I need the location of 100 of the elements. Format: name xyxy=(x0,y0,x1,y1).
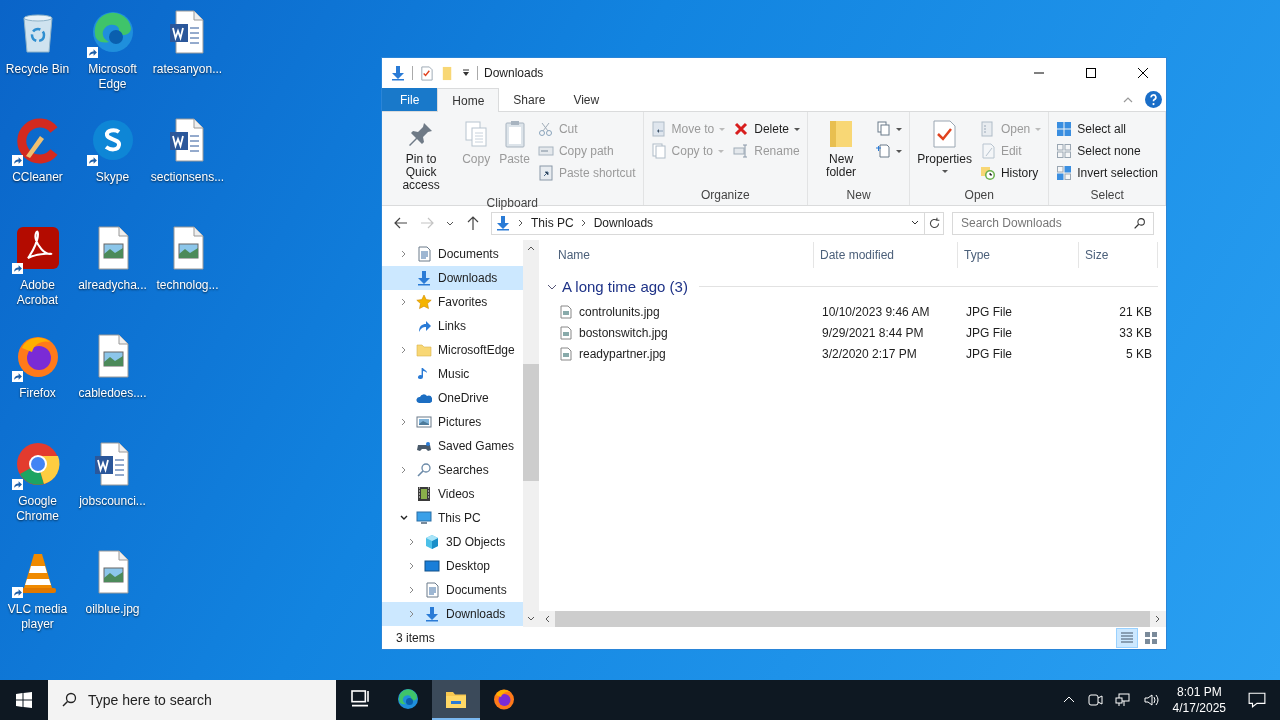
nav-tree-item[interactable]: Downloads xyxy=(382,266,523,290)
nav-tree-item[interactable]: MicrosoftEdge xyxy=(382,338,523,362)
ribbon-button[interactable]: Delete xyxy=(730,118,803,140)
taskbar-app-button[interactable] xyxy=(432,680,480,720)
nav-tree-item[interactable]: 3D Objects xyxy=(382,530,523,554)
details-view-icon xyxy=(1120,631,1134,645)
desktop-shortcut[interactable]: Adobe Acrobat xyxy=(0,220,75,328)
chevron-right-icon[interactable] xyxy=(408,586,416,594)
pictures-icon xyxy=(416,414,432,430)
nav-tree-item[interactable]: Favorites xyxy=(382,290,523,314)
nav-tree-item[interactable]: Desktop xyxy=(382,554,523,578)
scroll-left-icon[interactable] xyxy=(543,615,551,623)
column-header[interactable]: Type xyxy=(958,242,1079,268)
chevron-right-icon[interactable] xyxy=(400,298,408,306)
nav-tree-item[interactable]: Documents xyxy=(382,578,523,602)
column-header[interactable]: Name xyxy=(558,242,814,268)
desktop-shortcut[interactable]: alreadycha... xyxy=(75,220,150,328)
ribbon-button[interactable]: New folder xyxy=(811,115,871,183)
customize-caret-icon[interactable] xyxy=(461,68,471,78)
history-clock-icon xyxy=(979,165,996,181)
search-field[interactable]: Search Downloads xyxy=(952,211,1154,235)
nav-tree-item[interactable]: Searches xyxy=(382,458,523,482)
delete-cross-icon xyxy=(733,121,750,137)
download-arrow-icon[interactable] xyxy=(390,65,406,81)
desktop-shortcut[interactable]: sectionsens... xyxy=(150,112,225,220)
clock[interactable]: 8:01 PM 4/17/2025 xyxy=(1164,684,1234,716)
ribbon-group-label: Clipboard xyxy=(485,196,539,212)
nav-tree-item[interactable]: Documents xyxy=(382,242,523,266)
nav-tree-item[interactable]: Music xyxy=(382,362,523,386)
scrollbar[interactable] xyxy=(523,240,539,627)
file-menu-button[interactable]: File xyxy=(382,88,438,111)
file-name: controlunits.jpg xyxy=(579,304,660,319)
file-row[interactable]: readypartner.jpg 3/2/2020 2:17 PM JPG File 5 KB xyxy=(539,343,1166,364)
back-arrow-icon[interactable] xyxy=(393,215,409,231)
file-row[interactable]: controlunits.jpg 10/10/2023 9:46 AM JPG File 21 KB xyxy=(539,301,1166,322)
ribbon-button[interactable]: Pin to Quick access xyxy=(386,115,457,196)
nav-tree-item[interactable]: Saved Games xyxy=(382,434,523,458)
ribbon-tab[interactable]: View xyxy=(559,88,614,111)
help-icon[interactable] xyxy=(1145,91,1162,108)
chevron-right-icon[interactable] xyxy=(408,538,416,546)
chevron-right-icon[interactable] xyxy=(408,562,416,570)
volume-icon[interactable] xyxy=(1142,692,1159,708)
file-row[interactable]: bostonswitch.jpg 9/29/2021 8:44 PM JPG File 33 KB xyxy=(539,322,1166,343)
ribbon-button[interactable]: Select none xyxy=(1053,140,1161,162)
scroll-up-icon[interactable] xyxy=(527,244,535,252)
nav-tree-item[interactable]: Downloads xyxy=(382,602,523,626)
chevron-right-icon[interactable] xyxy=(408,610,416,618)
computer-icon xyxy=(416,510,432,526)
ribbon-button[interactable]: History xyxy=(976,162,1045,184)
scrollbar-thumb[interactable] xyxy=(523,364,539,481)
ribbon-button[interactable]: Select all xyxy=(1053,118,1161,140)
scissors-icon xyxy=(537,121,554,137)
desktop-shortcut[interactable]: ratesanyon... xyxy=(150,4,225,112)
ribbon-group-label: Organize xyxy=(699,188,751,204)
up-arrow-icon[interactable] xyxy=(465,215,481,231)
refresh-button[interactable] xyxy=(924,211,944,235)
nav-tree-item[interactable]: Videos xyxy=(382,482,523,506)
properties-checkmark-icon[interactable] xyxy=(419,65,434,81)
table-cell-text: JPG File xyxy=(965,325,1013,340)
chevron-right-icon[interactable] xyxy=(400,466,408,474)
scroll-down-icon[interactable] xyxy=(527,615,535,623)
chevron-right-icon[interactable] xyxy=(400,346,408,354)
taskbar-search-field[interactable]: Type here to search xyxy=(48,680,336,720)
desktop-shortcut[interactable]: jobscounci... xyxy=(75,436,150,544)
column-header[interactable]: Date modified xyxy=(814,242,958,268)
image-file-icon xyxy=(560,304,572,319)
nav-tree-item[interactable]: Pictures xyxy=(382,410,523,434)
desktop-shortcut[interactable]: VLC media player xyxy=(0,544,75,652)
desktop-shortcut[interactable]: oilblue.jpg xyxy=(75,544,150,652)
chevron-down-icon[interactable] xyxy=(400,514,408,522)
breadcrumb[interactable]: This PC xyxy=(531,216,574,230)
desktop-shortcut[interactable]: CCleaner xyxy=(0,112,75,220)
ribbon-tab[interactable]: Home xyxy=(437,88,500,112)
ribbon-button[interactable]: Invert selection xyxy=(1053,162,1161,184)
ribbon-button[interactable]: Properties xyxy=(914,115,975,177)
table-cell-text: 33 KB xyxy=(1118,325,1153,340)
desktop-shortcut[interactable]: Skype xyxy=(75,112,150,220)
nav-tree-item[interactable]: This PC xyxy=(382,506,523,530)
ribbon-tab[interactable]: Share xyxy=(499,88,560,111)
move-icon xyxy=(650,121,667,137)
scroll-right-icon[interactable] xyxy=(1154,615,1162,623)
nav-tree-item[interactable]: OneDrive xyxy=(382,386,523,410)
nav-tree-item[interactable]: Links xyxy=(382,314,523,338)
desktop-shortcut[interactable]: Recycle Bin xyxy=(0,4,75,112)
desktop-shortcut[interactable]: cabledoes.... xyxy=(75,328,150,436)
breadcrumb[interactable]: Downloads xyxy=(593,216,654,230)
network-icon[interactable] xyxy=(1114,692,1131,708)
address-bar[interactable]: This PC Downloads xyxy=(491,211,925,235)
desktop-shortcut[interactable]: Google Chrome xyxy=(0,436,75,544)
documents-icon xyxy=(424,582,440,598)
chevron-right-icon[interactable] xyxy=(400,250,408,258)
column-header[interactable]: Size xyxy=(1079,242,1158,268)
desktop-shortcut[interactable]: Firefox xyxy=(0,328,75,436)
chevron-right-icon[interactable] xyxy=(400,418,408,426)
maximize-icon xyxy=(1086,68,1096,78)
notifications-icon[interactable] xyxy=(1248,691,1266,709)
desktop-shortcut[interactable]: Microsoft Edge xyxy=(75,4,150,112)
group-header[interactable]: A long time ago (3) xyxy=(562,278,688,295)
camera-icon[interactable] xyxy=(1086,692,1103,708)
desktop-shortcut[interactable]: technolog... xyxy=(150,220,225,328)
